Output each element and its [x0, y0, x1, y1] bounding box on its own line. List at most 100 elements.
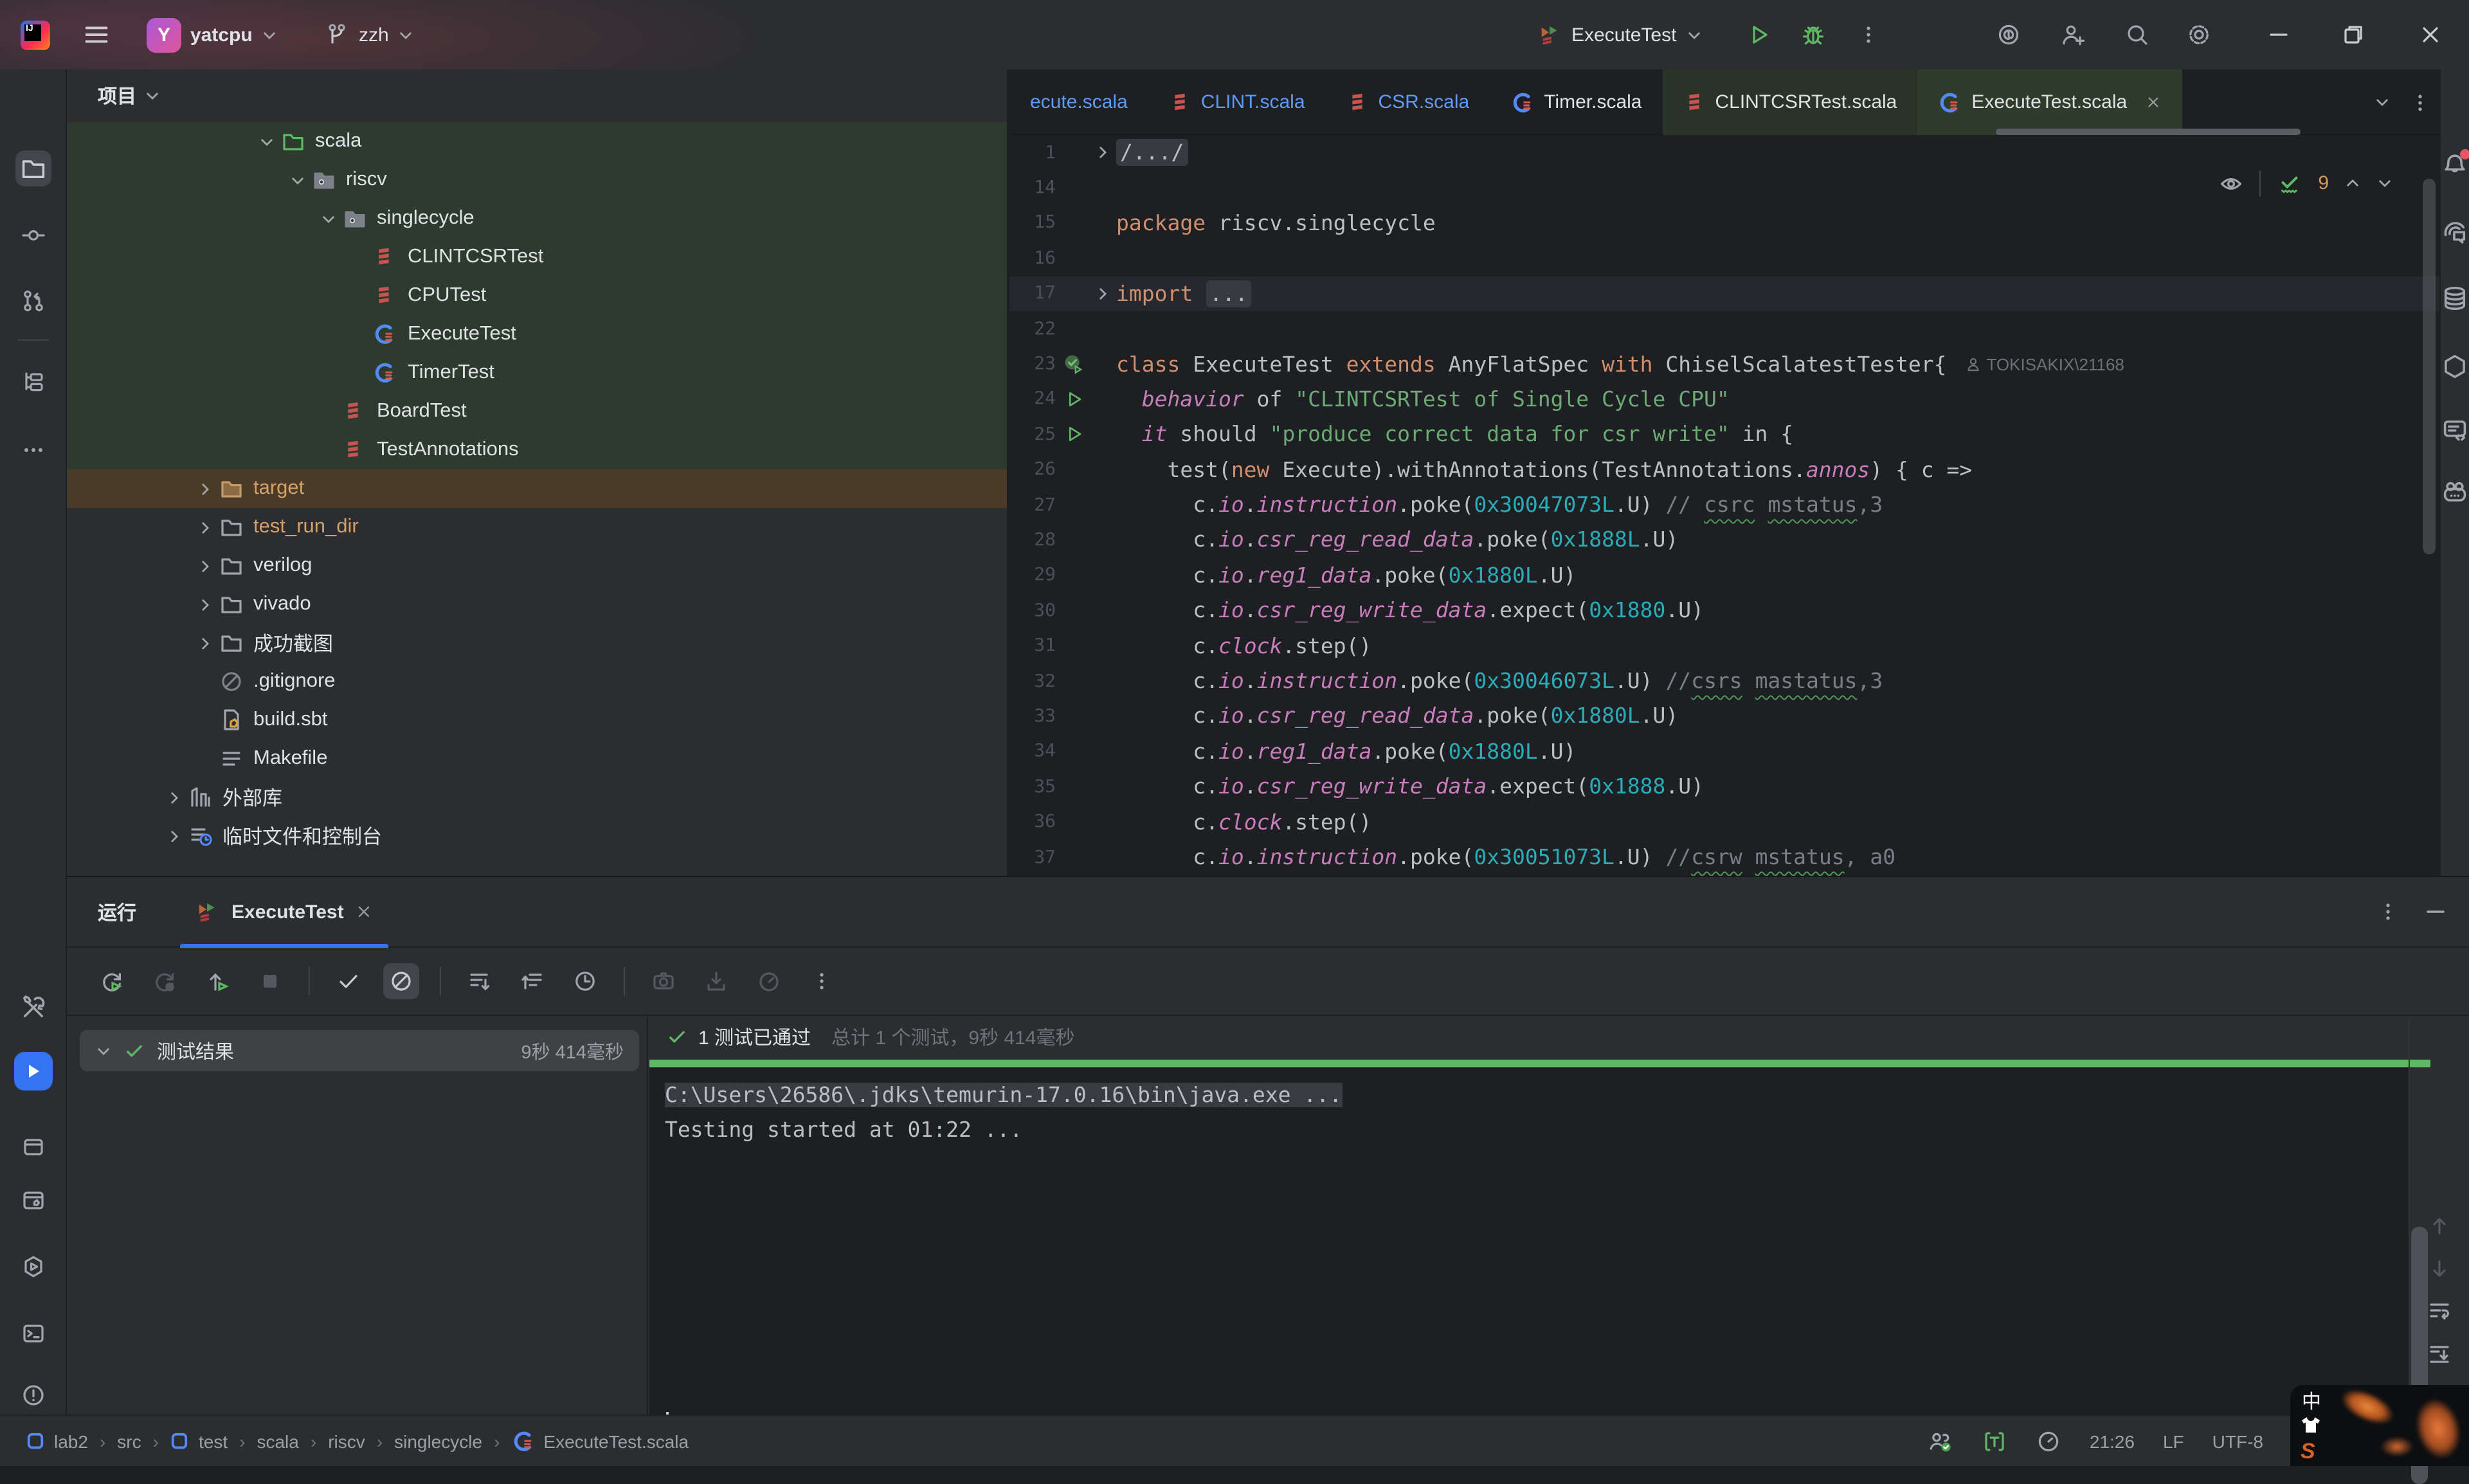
close-icon[interactable]: [356, 903, 374, 921]
robot-plugin-icon[interactable]: [2441, 478, 2469, 507]
toolbar-more-icon[interactable]: [804, 963, 840, 999]
tree-item-vivado[interactable]: vivado: [67, 585, 1007, 624]
tree-chevron-icon[interactable]: [159, 828, 188, 844]
tree-chevron-icon[interactable]: [190, 635, 219, 651]
show-passed-icon[interactable]: [330, 963, 366, 999]
breadcrumb-lab2[interactable]: lab2: [26, 1431, 88, 1451]
code-line-37[interactable]: 37 c.io.instruction.poke(0x30051073L.U) …: [1009, 840, 2439, 875]
tree-item-verilog[interactable]: verilog: [67, 547, 1007, 585]
tree-item-成功截图[interactable]: 成功截图: [67, 624, 1007, 662]
run-configuration-selector[interactable]: ExecuteTest: [1538, 0, 1702, 69]
code-line-22[interactable]: 22: [1009, 311, 2439, 347]
show-ignored-icon[interactable]: [383, 963, 419, 999]
code-with-me-button[interactable]: [2060, 0, 2086, 69]
fold-chevron-icon[interactable]: [1089, 144, 1116, 161]
editor-tab-Timer.scala[interactable]: Timer.scala: [1490, 69, 1662, 135]
tree-item-Makefile[interactable]: Makefile: [67, 739, 1007, 778]
close-button[interactable]: [2401, 0, 2460, 69]
search-everywhere-button[interactable]: [2124, 0, 2150, 69]
tab-options-kebab-icon[interactable]: [2409, 91, 2432, 114]
ime-sogou-logo[interactable]: S: [2301, 1439, 2315, 1465]
vcs-users-status-icon[interactable]: [1928, 1428, 1953, 1454]
code-line-16[interactable]: 16: [1009, 240, 2439, 276]
test-results-row[interactable]: 测试结果 9秒 414毫秒: [80, 1030, 639, 1071]
ime-language-indicator[interactable]: 中: [2302, 1388, 2321, 1415]
minimize-button[interactable]: [2249, 0, 2308, 69]
author-inlay[interactable]: TOKISAKIX\21168: [1965, 354, 2124, 374]
breadcrumb-riscv[interactable]: riscv: [328, 1431, 365, 1451]
tree-chevron-icon[interactable]: [190, 557, 219, 574]
code-line-23[interactable]: 23class ExecuteTest extends AnyFlatSpec …: [1009, 347, 2439, 382]
more-run-actions-button[interactable]: [1857, 0, 1880, 69]
tree-chevron-icon[interactable]: [252, 133, 280, 150]
tree-chevron-icon[interactable]: [283, 172, 311, 188]
breadcrumb-test[interactable]: test: [170, 1431, 228, 1451]
project-folder-icon[interactable]: [15, 150, 51, 186]
code-line-30[interactable]: 30 c.io.csr_reg_write_data.expect(0x1880…: [1009, 593, 2439, 628]
editor-tab-ExecuteTest.scala[interactable]: ExecuteTest.scala: [1917, 69, 2182, 135]
tree-chevron-icon[interactable]: [190, 519, 219, 536]
settings-button[interactable]: [2186, 0, 2212, 69]
terminal-icon[interactable]: [15, 1316, 51, 1352]
encoding-widget[interactable]: UTF-8: [2212, 1431, 2263, 1451]
project-panel-header[interactable]: 项目: [67, 69, 1007, 122]
commit-icon[interactable]: [15, 217, 51, 253]
tree-item-CLINTCSRTest[interactable]: CLINTCSRTest: [67, 238, 1007, 276]
breadcrumb-singlecycle[interactable]: singlecycle: [394, 1431, 482, 1451]
sort-asc-icon[interactable]: [514, 963, 550, 999]
sbt-hexagon-icon[interactable]: [2441, 352, 2469, 381]
more-icon[interactable]: [15, 432, 51, 468]
ai-assistant-icon[interactable]: [2441, 217, 2469, 246]
code-line-32[interactable]: 32 c.io.instruction.poke(0x30046073L.U) …: [1009, 664, 2439, 699]
code-editor[interactable]: 1/.../1415package riscv.singlecycle1617i…: [1009, 135, 2439, 876]
run-test-gutter-icon[interactable]: [1058, 390, 1089, 409]
debug-button[interactable]: [1800, 0, 1826, 69]
code-line-1[interactable]: 1/.../: [1009, 135, 2439, 170]
code-line-28[interactable]: 28 c.io.csr_reg_read_data.poke(0x1888L.U…: [1009, 523, 2439, 558]
build-tools-icon[interactable]: [15, 989, 51, 1025]
services-icon[interactable]: [15, 1249, 51, 1285]
run-console[interactable]: C:\Users\26586\.jdks\temurin-17.0.16\bin…: [649, 1067, 2409, 1415]
code-line-36[interactable]: 36 c.clock.step(): [1009, 804, 2439, 840]
project-widget[interactable]: Y yatcpu: [147, 0, 278, 69]
code-chat-icon[interactable]: [2441, 417, 2469, 445]
code-line-35[interactable]: 35 c.io.csr_reg_write_data.expect(0x1888…: [1009, 769, 2439, 804]
problems-icon[interactable]: [15, 1377, 51, 1413]
clock-time[interactable]: 21:26: [2090, 1431, 2135, 1451]
close-icon[interactable]: [2145, 94, 2162, 111]
tree-item-TestAnnotations[interactable]: TestAnnotations: [67, 431, 1007, 469]
sbt-shell-icon[interactable]: [15, 1183, 51, 1219]
performance-gauge-icon[interactable]: [2036, 1428, 2061, 1454]
tree-item-target[interactable]: target: [67, 469, 1007, 508]
reader-mode-eye-icon[interactable]: [2218, 170, 2243, 196]
code-line-34[interactable]: 34 c.io.reg1_data.poke(0x1880L.U): [1009, 734, 2439, 769]
code-line-24[interactable]: 24 behavior of "CLINTCSRTest of Single C…: [1009, 381, 2439, 417]
breadcrumb-scala[interactable]: scala: [257, 1431, 298, 1451]
soft-wrap-icon[interactable]: [2421, 1292, 2457, 1328]
rerun-icon[interactable]: [94, 963, 130, 999]
main-menu-button[interactable]: [82, 0, 111, 69]
run-test-gutter-icon[interactable]: [1058, 425, 1089, 444]
run-tab[interactable]: ExecuteTest: [180, 876, 389, 947]
tree-item-外部库[interactable]: 外部库: [67, 778, 1007, 817]
tab-scrollbar[interactable]: [1996, 129, 2301, 135]
tree-item-BoardTest[interactable]: BoardTest: [67, 392, 1007, 431]
editor-scrollbar[interactable]: [2423, 179, 2436, 554]
tree-item-ExecuteTest[interactable]: ExecuteTest: [67, 315, 1007, 354]
editor-tab-ecute.scala[interactable]: ecute.scala: [1009, 69, 1148, 135]
tree-item-TimerTest[interactable]: TimerTest: [67, 354, 1007, 392]
ime-input-method-widget[interactable]: 中 S: [2290, 1385, 2469, 1466]
vcs-branch-widget[interactable]: zzh: [324, 0, 415, 69]
code-line-27[interactable]: 27 c.io.instruction.poke(0x30047073L.U) …: [1009, 487, 2439, 523]
structure-icon[interactable]: [15, 364, 51, 400]
tree-chevron-icon[interactable]: [190, 596, 219, 613]
run-button[interactable]: [1746, 0, 1772, 69]
tree-item-test_run_dir[interactable]: test_run_dir: [67, 508, 1007, 547]
tree-item-singlecycle[interactable]: singlecycle: [67, 199, 1007, 238]
tree-item-CPUTest[interactable]: CPUTest: [67, 276, 1007, 315]
tree-item-.gitignore[interactable]: .gitignore: [67, 662, 1007, 701]
ime-skin-shirt-icon[interactable]: [2301, 1416, 2321, 1434]
tree-chevron-icon[interactable]: [314, 210, 342, 227]
tab-list-chevron-icon[interactable]: [2374, 94, 2391, 111]
tree-item-临时文件和控制台[interactable]: 临时文件和控制台: [67, 817, 1007, 855]
